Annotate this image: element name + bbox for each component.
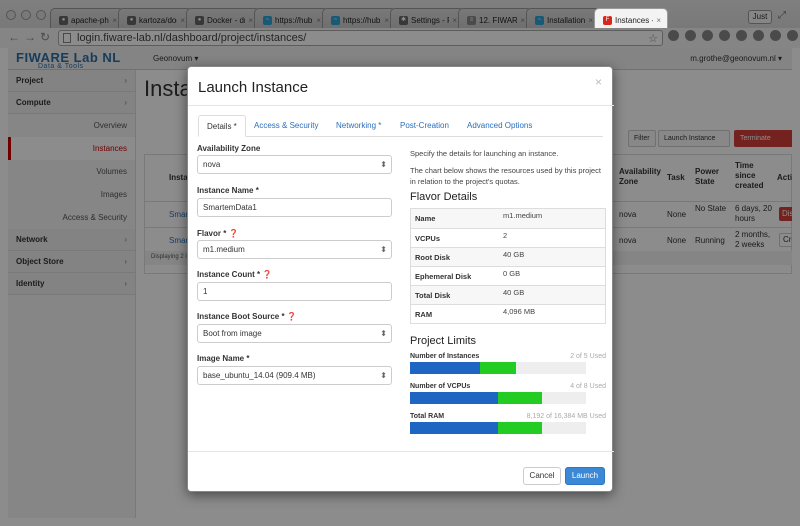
quota-added xyxy=(498,392,542,404)
close-tab-icon[interactable]: × xyxy=(656,16,661,25)
tab-details[interactable]: Details * xyxy=(198,115,246,137)
image-name-label: Image Name * xyxy=(197,354,250,363)
quota-added xyxy=(480,362,516,374)
launch-button[interactable]: Launch xyxy=(565,467,605,485)
boot-source-label: Instance Boot Source * ❓ xyxy=(197,312,297,321)
quota-used xyxy=(410,392,498,404)
close-icon[interactable]: × xyxy=(595,75,602,89)
instance-count-label: Instance Count * ❓ xyxy=(197,270,273,279)
project-limits-heading: Project Limits xyxy=(410,335,477,347)
cancel-button[interactable]: Cancel xyxy=(523,467,561,485)
flavor-details-table: Name m1.medium VCPUs 2 Root Disk 40 GB Ephe… xyxy=(410,208,606,324)
divider xyxy=(188,105,614,106)
tab-access-security[interactable]: Access & Security xyxy=(246,115,326,137)
quota-added xyxy=(498,422,542,434)
flavor-row: RAM 4,096 MB xyxy=(411,304,605,323)
flavor-label: Flavor * ❓ xyxy=(197,229,239,238)
instance-name-label: Instance Name * xyxy=(197,186,259,195)
availability-zone-select[interactable]: nova xyxy=(197,155,392,174)
availability-zone-label: Availability Zone xyxy=(197,144,261,153)
tab-post-creation[interactable]: Post-Creation xyxy=(392,115,457,137)
quota-bar xyxy=(410,422,586,434)
flavor-select[interactable]: m1.medium xyxy=(197,240,392,259)
flavor-row: Name m1.medium xyxy=(411,209,605,228)
modal-title: Launch Instance xyxy=(198,79,309,96)
help-text: Specify the details for launching an ins… xyxy=(410,149,559,158)
flavor-details-heading: Flavor Details xyxy=(410,191,478,203)
flavor-row: Ephemeral Disk 0 GB xyxy=(411,266,605,285)
quota-used xyxy=(410,422,498,434)
instance-name-input[interactable]: SmartemData1 xyxy=(197,198,392,217)
quota-bar xyxy=(410,392,586,404)
flavor-row: Total Disk 40 GB xyxy=(411,285,605,304)
image-name-select[interactable]: base_ubuntu_14.04 (909.4 MB) xyxy=(197,366,392,385)
fiware-icon: F xyxy=(603,15,612,25)
boot-source-select[interactable]: Boot from image xyxy=(197,324,392,343)
browser-tab-active[interactable]: FInstances - Fi× xyxy=(594,8,668,28)
instance-count-input[interactable]: 1 xyxy=(197,282,392,301)
help-text: The chart below shows the resources used… xyxy=(410,166,601,186)
divider xyxy=(188,451,614,452)
quota-bar xyxy=(410,362,586,374)
tab-advanced-options[interactable]: Advanced Options xyxy=(459,115,540,137)
launch-instance-modal: Launch Instance × Details * Access & Sec… xyxy=(187,66,614,492)
quota-used xyxy=(410,362,481,374)
flavor-row: Root Disk 40 GB xyxy=(411,247,605,266)
flavor-row: VCPUs 2 xyxy=(411,228,605,247)
tab-networking[interactable]: Networking * xyxy=(328,115,389,137)
modal-tabs: Details * Access & Security Networking *… xyxy=(198,115,603,137)
